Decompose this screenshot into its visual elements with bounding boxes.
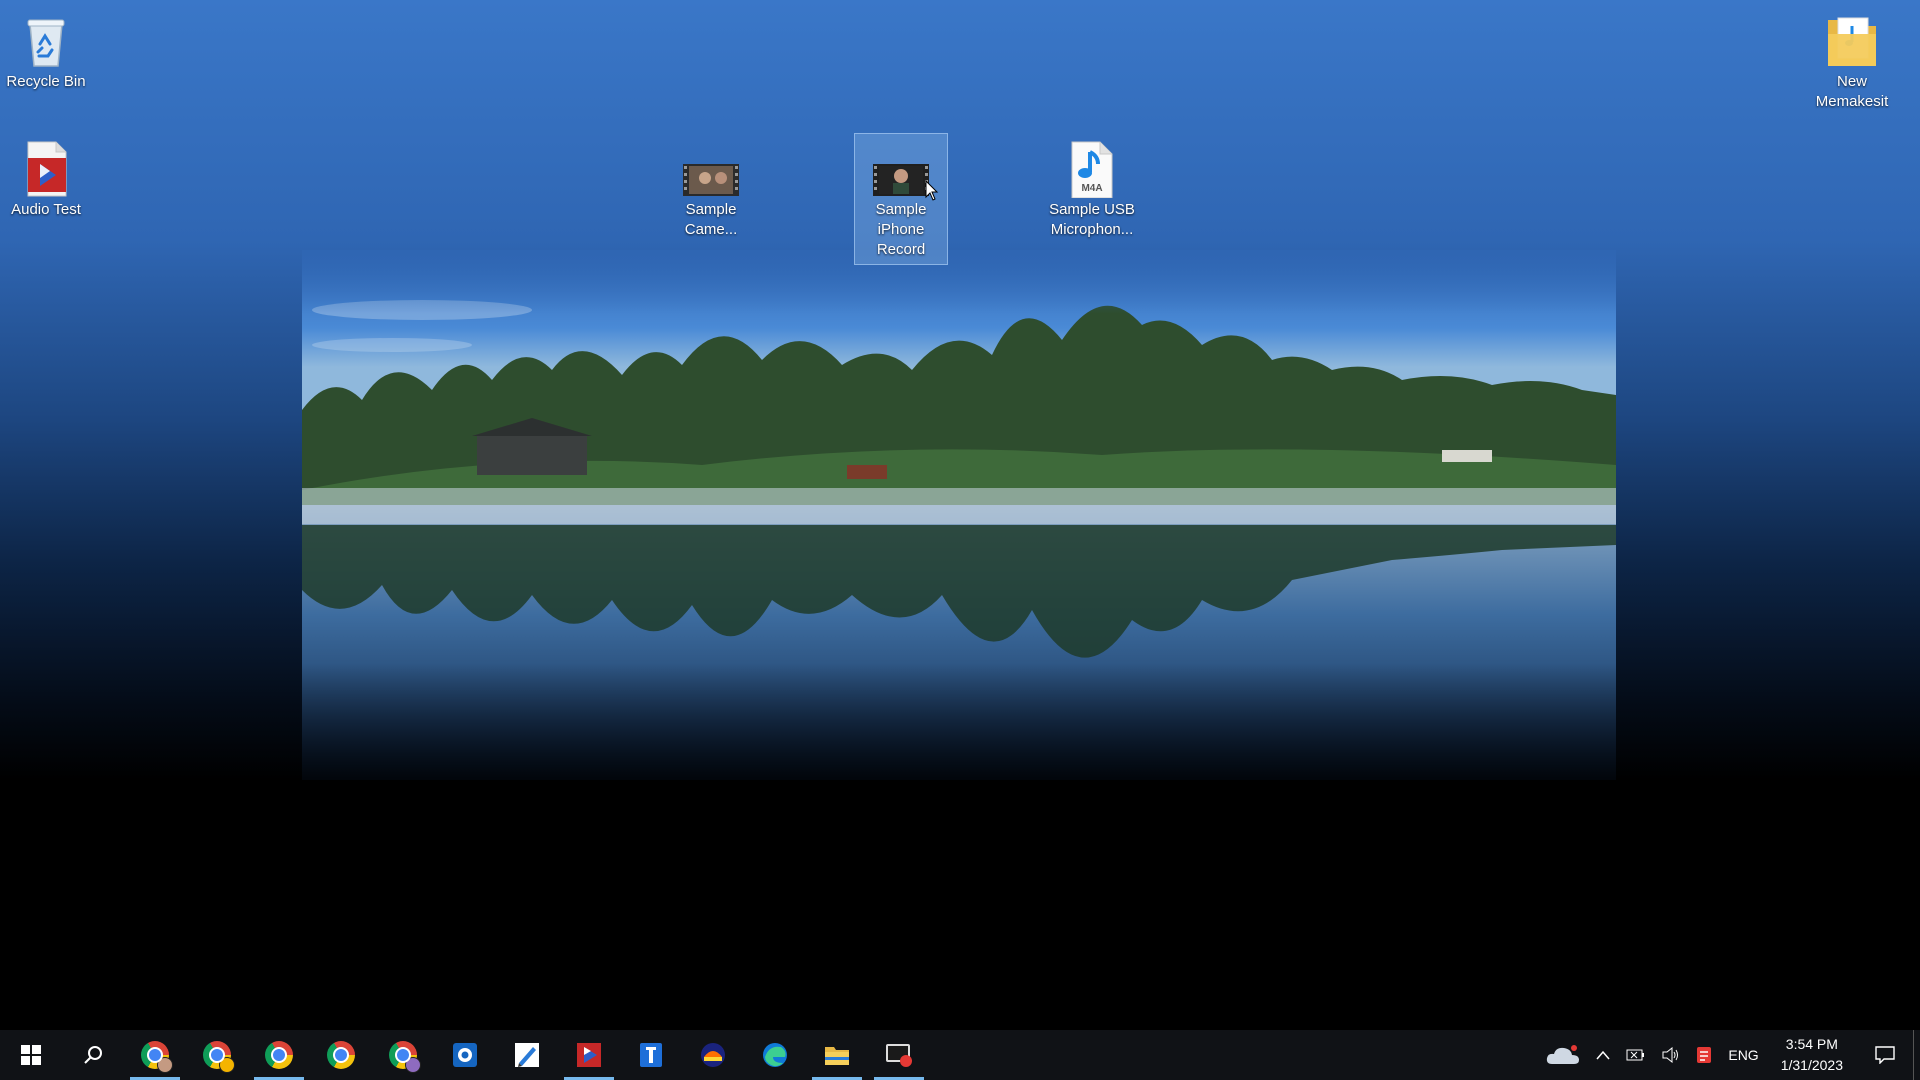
chrome-icon [203, 1041, 235, 1073]
desktop-icon-label: Sample iPhone Record [875, 201, 927, 258]
tray-show-hidden-icons[interactable] [1588, 1030, 1618, 1080]
desktop-icon-label: New Memakesit [1815, 73, 1889, 110]
desktop-icon-sample-camera[interactable]: Sample Came... [665, 134, 757, 240]
desktop-icon-recycle-bin[interactable]: Recycle Bin [0, 6, 92, 92]
taskbar-chrome-5[interactable] [372, 1030, 434, 1080]
folder-icon [1822, 10, 1882, 70]
chrome-icon [327, 1041, 355, 1069]
taskbar-chrome-2[interactable] [186, 1030, 248, 1080]
tray-battery[interactable] [1618, 1030, 1654, 1080]
blue-tool-app-icon [640, 1043, 662, 1067]
taskbar-chrome-1[interactable] [124, 1030, 186, 1080]
tray-volume[interactable] [1654, 1030, 1688, 1080]
mouse-cursor-icon [925, 180, 939, 201]
recycle-bin-icon [16, 10, 76, 70]
app-tray-icon [1697, 1047, 1712, 1063]
m4a-badge: M4A [1081, 183, 1103, 194]
clock-date: 1/31/2023 [1780, 1057, 1843, 1073]
audio-app-icon [701, 1043, 725, 1067]
screen-recorder-icon [886, 1044, 912, 1067]
blue-target-app-icon [453, 1043, 477, 1067]
action-center-button[interactable] [1857, 1030, 1913, 1080]
taskbar-chrome-3[interactable] [248, 1030, 310, 1080]
tray-app-indicator[interactable] [1688, 1030, 1720, 1080]
desktop-icon-sample-usb-microphone[interactable]: M4A Sample USB Microphon... [1046, 134, 1138, 240]
taskbar-edge[interactable] [744, 1030, 806, 1080]
language-indicator: ENG [1728, 1047, 1759, 1063]
tray-onedrive[interactable] [1538, 1030, 1588, 1080]
m4a-audio-file-icon: M4A [1062, 138, 1122, 199]
system-tray: ENG 3:54 PM 1/31/2023 [1538, 1030, 1920, 1080]
video-thumbnail-icon [681, 138, 741, 198]
battery-icon [1626, 1049, 1645, 1061]
show-desktop-button[interactable] [1913, 1030, 1920, 1080]
desktop-icon-label: Audio Test [11, 201, 81, 218]
chrome-icon [389, 1041, 421, 1073]
taskbar-chrome-4[interactable] [310, 1030, 372, 1080]
cloud-icon [1547, 1045, 1580, 1064]
taskbar-pdf-reader[interactable] [558, 1030, 620, 1080]
edge-icon [763, 1043, 787, 1067]
taskbar-screen-recorder[interactable] [868, 1030, 930, 1080]
clock[interactable]: 3:54 PM 1/31/2023 [1767, 1034, 1857, 1076]
notification-icon [1875, 1046, 1895, 1064]
taskbar-blue-tool-app[interactable] [620, 1030, 682, 1080]
folder-icon [825, 1047, 849, 1065]
desktop-icon-new-memakesit[interactable]: New Memakesit [1806, 6, 1898, 112]
desktop-icon-label: Sample Came... [684, 201, 738, 238]
taskbar-pen-app[interactable] [496, 1030, 558, 1080]
desktop-icon-audio-test[interactable]: Audio Test [0, 134, 92, 220]
taskbar: ENG 3:54 PM 1/31/2023 [0, 1030, 1920, 1080]
pdf-document-icon [16, 138, 76, 198]
wallpaper-image [302, 250, 1616, 780]
desktop: Recycle Bin Audio Test Sample Came... Sa… [0, 0, 1920, 1030]
desktop-icon-label: Sample USB Microphon... [1049, 201, 1135, 238]
search-button[interactable] [62, 1030, 124, 1080]
video-thumbnail-icon [871, 138, 931, 198]
pen-app-icon [515, 1043, 539, 1067]
search-icon [84, 1046, 102, 1064]
taskbar-audio-app[interactable] [682, 1030, 744, 1080]
taskbar-file-explorer[interactable] [806, 1030, 868, 1080]
windows-start-icon [21, 1045, 41, 1065]
tray-language[interactable]: ENG [1720, 1030, 1766, 1080]
pdf-reader-icon [577, 1043, 601, 1067]
chrome-icon [141, 1041, 173, 1073]
chrome-icon [265, 1041, 293, 1069]
taskbar-blue-target-app[interactable] [434, 1030, 496, 1080]
clock-time: 3:54 PM [1785, 1036, 1838, 1052]
chevron-up-icon [1596, 1050, 1610, 1060]
start-button[interactable] [0, 1030, 62, 1080]
desktop-icon-label: Recycle Bin [6, 73, 86, 90]
speaker-icon [1662, 1047, 1679, 1063]
